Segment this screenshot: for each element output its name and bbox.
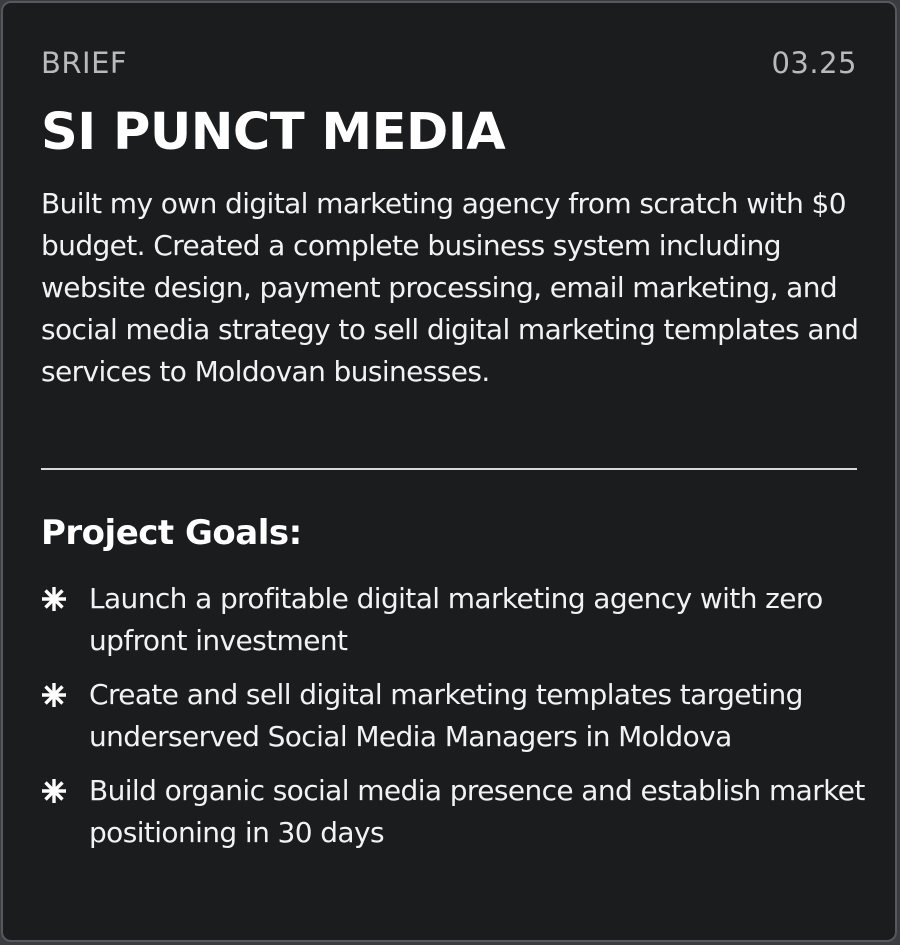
list-item: Create and sell digital marketing templa… [41,674,877,758]
section-label: BRIEF [41,46,128,80]
goal-text: Launch a profitable digital marketing ag… [89,582,823,657]
list-item: Build organic social media presence and … [41,770,877,854]
project-description: Built my own digital marketing agency fr… [41,187,859,388]
divider [41,468,857,470]
asterisk-icon [41,578,89,620]
goals-list: Launch a profitable digital marketing ag… [41,578,877,866]
project-brief-card: BRIEF 03.25 SI PUNCT MEDIA Built my own … [1,1,897,942]
project-title: SI PUNCT MEDIA [41,103,506,162]
asterisk-icon [41,674,89,716]
goal-text: Create and sell digital marketing templa… [89,678,803,753]
project-date: 03.25 [771,46,857,80]
card-header: BRIEF 03.25 [41,43,857,83]
list-item: Launch a profitable digital marketing ag… [41,578,877,662]
goals-heading: Project Goals: [41,513,302,553]
asterisk-icon [41,770,89,812]
goal-text: Build organic social media presence and … [89,774,865,849]
